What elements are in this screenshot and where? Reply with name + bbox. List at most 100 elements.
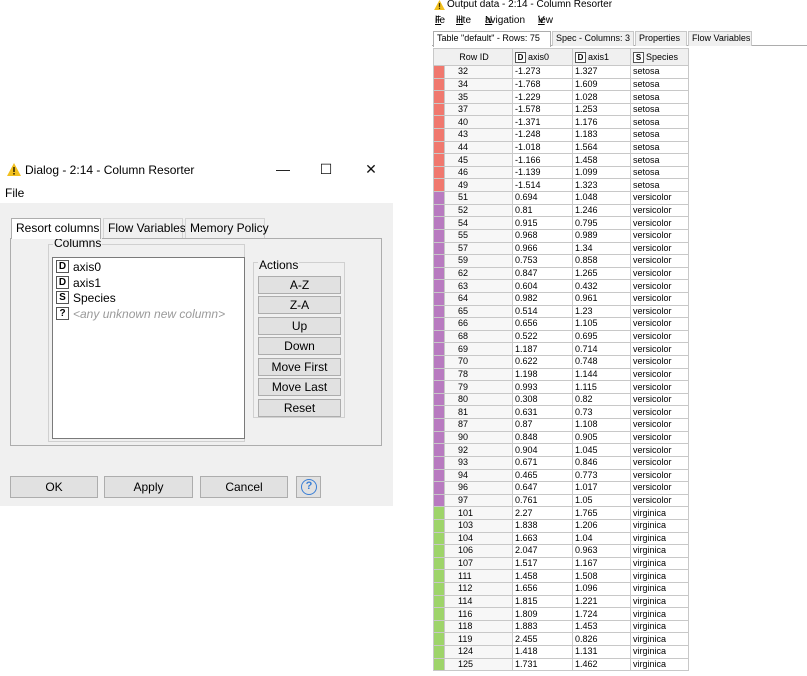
- menu-file-label: ile: [435, 15, 446, 26]
- row-id-cell: 64: [444, 291, 513, 306]
- sort-z-a-button[interactable]: Z-A: [258, 296, 341, 314]
- species-cell: versicolor: [630, 191, 689, 205]
- row-id-cell: 112: [444, 581, 513, 596]
- table-row[interactable]: 118 1.883 1.453 virginica: [433, 619, 689, 634]
- table-row[interactable]: 94 0.465 0.773 versicolor: [433, 468, 689, 483]
- table-row[interactable]: 49 -1.514 1.323 setosa: [433, 178, 689, 193]
- axis1-cell: 1.458: [572, 153, 631, 167]
- species-cell: versicolor: [630, 304, 689, 319]
- table-row[interactable]: 32 -1.273 1.327 setosa: [433, 65, 689, 79]
- species-header[interactable]: S Species: [630, 48, 689, 66]
- table-row[interactable]: 97 0.761 1.05 versicolor: [433, 493, 689, 508]
- tab-resort-columns[interactable]: Resort columns: [11, 218, 101, 239]
- table-row[interactable]: 96 0.647 1.017 versicolor: [433, 481, 689, 495]
- sort-a-z-button[interactable]: A-Z: [258, 276, 341, 294]
- axis1-cell: 1.253: [572, 102, 631, 117]
- table-row[interactable]: 45 -1.166 1.458 setosa: [433, 153, 689, 167]
- species-cell: versicolor: [630, 266, 689, 281]
- table-row[interactable]: 64 0.982 0.961 versicolor: [433, 291, 689, 306]
- table-row[interactable]: 81 0.631 0.73 versicolor: [433, 405, 689, 420]
- move-down-button[interactable]: Down: [258, 337, 341, 355]
- table-row[interactable]: 69 1.187 0.714 versicolor: [433, 342, 689, 357]
- table-row[interactable]: 63 0.604 0.432 versicolor: [433, 279, 689, 293]
- move-up-button[interactable]: Up: [258, 317, 341, 335]
- axis1-cell: 1.765: [572, 506, 631, 520]
- table-row[interactable]: 46 -1.139 1.099 setosa: [433, 165, 689, 180]
- dialog-titlebar[interactable]: Dialog - 2:14 - Column Resorter — ☐ ✕: [0, 156, 393, 184]
- column-list-item[interactable]: Daxis1: [56, 276, 101, 291]
- ok-button[interactable]: OK: [10, 476, 98, 498]
- table-row[interactable]: 90 0.848 0.905 versicolor: [433, 430, 689, 445]
- table-row[interactable]: 55 0.968 0.989 versicolor: [433, 228, 689, 243]
- apply-button[interactable]: Apply: [104, 476, 193, 498]
- table-row[interactable]: 57 0.966 1.34 versicolor: [433, 241, 689, 256]
- table-row[interactable]: 52 0.81 1.246 versicolor: [433, 203, 689, 218]
- table-row[interactable]: 124 1.418 1.131 virginica: [433, 645, 689, 659]
- output-titlebar[interactable]: Output data - 2:14 - Column Resorter: [432, 0, 807, 12]
- tab-properties[interactable]: Properties: [635, 31, 687, 46]
- table-row[interactable]: 43 -1.248 1.183 setosa: [433, 128, 689, 142]
- minimize-button[interactable]: —: [268, 159, 298, 181]
- table-row[interactable]: 103 1.838 1.206 virginica: [433, 518, 689, 533]
- table-row[interactable]: 62 0.847 1.265 versicolor: [433, 266, 689, 281]
- axis1-cell: 1.028: [572, 90, 631, 104]
- table-row[interactable]: 92 0.904 1.045 versicolor: [433, 443, 689, 457]
- tab-memory-policy[interactable]: Memory Policy: [185, 218, 269, 238]
- table-row[interactable]: 34 -1.768 1.609 setosa: [433, 77, 689, 92]
- column-list-item[interactable]: Daxis0: [56, 260, 101, 275]
- table-row[interactable]: 125 1.731 1.462 virginica: [433, 657, 689, 672]
- axis0-header[interactable]: Daxis0: [512, 48, 573, 66]
- table-row[interactable]: 112 1.656 1.096 virginica: [433, 581, 689, 596]
- tab-table-default[interactable]: Table "default" - Rows: 75: [433, 31, 551, 47]
- table-row[interactable]: 70 0.622 0.748 versicolor: [433, 355, 689, 369]
- table-row[interactable]: 119 2.455 0.826 virginica: [433, 632, 689, 647]
- table-row[interactable]: 116 1.809 1.724 virginica: [433, 607, 689, 621]
- table-row[interactable]: 37 -1.578 1.253 setosa: [433, 102, 689, 117]
- row-id-cell: 106: [444, 544, 513, 558]
- axis1-cell: 0.695: [572, 329, 631, 344]
- move-first-button[interactable]: Move First: [258, 358, 341, 376]
- row-id-cell: 68: [444, 329, 513, 344]
- maximize-button[interactable]: ☐: [311, 159, 341, 181]
- table-row[interactable]: 59 0.753 0.858 versicolor: [433, 254, 689, 268]
- table-row[interactable]: 51 0.694 1.048 versicolor: [433, 191, 689, 205]
- data-table[interactable]: Row ID Daxis0 Daxis1 S Species 32 -1.273 1.…: [433, 48, 689, 672]
- table-row[interactable]: 87 0.87 1.108 versicolor: [433, 418, 689, 432]
- table-row[interactable]: 93 0.671 0.846 versicolor: [433, 455, 689, 470]
- help-button[interactable]: ?: [296, 476, 321, 498]
- table-row[interactable]: 68 0.522 0.695 versicolor: [433, 329, 689, 344]
- axis1-header[interactable]: Daxis1: [572, 48, 631, 66]
- move-last-button[interactable]: Move Last: [258, 378, 341, 396]
- tab-flow-variables[interactable]: Flow Variables: [688, 31, 752, 46]
- row-color-swatch: [433, 216, 445, 230]
- table-row[interactable]: 80 0.308 0.82 versicolor: [433, 392, 689, 407]
- table-row[interactable]: 35 -1.229 1.028 setosa: [433, 90, 689, 104]
- row-id-cell: 52: [444, 203, 513, 218]
- table-row[interactable]: 106 2.047 0.963 virginica: [433, 544, 689, 558]
- table-row[interactable]: 79 0.993 1.115 versicolor: [433, 380, 689, 394]
- table-row[interactable]: 78 1.198 1.144 versicolor: [433, 367, 689, 382]
- tab-flow-variables[interactable]: Flow Variables: [103, 218, 186, 238]
- table-row[interactable]: 54 0.915 0.795 versicolor: [433, 216, 689, 230]
- row-color-swatch: [433, 443, 445, 457]
- axis1-cell: 1.131: [572, 645, 631, 659]
- axis1-cell: 0.963: [572, 544, 631, 558]
- table-row[interactable]: 65 0.514 1.23 versicolor: [433, 304, 689, 319]
- cancel-button[interactable]: Cancel: [200, 476, 288, 498]
- menu-file[interactable]: File: [5, 186, 24, 200]
- rowid-header[interactable]: Row ID: [433, 48, 513, 66]
- table-row[interactable]: 44 -1.018 1.564 setosa: [433, 140, 689, 155]
- column-list-item[interactable]: S Species: [56, 291, 116, 306]
- table-row[interactable]: 111 1.458 1.508 virginica: [433, 569, 689, 583]
- table-row[interactable]: 40 -1.371 1.176 setosa: [433, 115, 689, 130]
- table-row[interactable]: 107 1.517 1.167 virginica: [433, 556, 689, 571]
- table-row[interactable]: 104 1.663 1.04 virginica: [433, 531, 689, 546]
- close-button[interactable]: ✕: [356, 159, 386, 181]
- table-row[interactable]: 66 0.656 1.105 versicolor: [433, 317, 689, 331]
- column-list[interactable]: Daxis0 Daxis1 S Species ? <any unknown new…: [52, 257, 245, 439]
- table-row[interactable]: 101 2.27 1.765 virginica: [433, 506, 689, 520]
- column-list-item[interactable]: ? <any unknown new column>: [56, 307, 225, 322]
- reset-button[interactable]: Reset: [258, 399, 341, 417]
- table-row[interactable]: 114 1.815 1.221 virginica: [433, 594, 689, 609]
- tab-spec[interactable]: Spec - Columns: 3: [552, 31, 634, 46]
